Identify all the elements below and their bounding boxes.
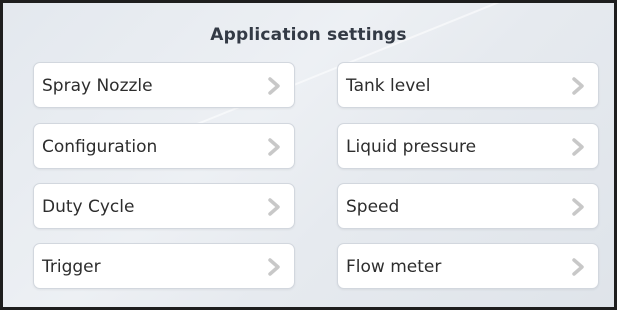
page-title: Application settings [210, 25, 407, 45]
spray-nozzle-label: Spray Nozzle [42, 76, 153, 96]
trigger-label: Trigger [42, 257, 101, 277]
chevron-right-icon [572, 258, 584, 276]
flow-meter-label: Flow meter [346, 257, 442, 277]
speed-button[interactable]: Speed [337, 183, 599, 229]
application-settings-panel: Application settings Spray Nozzle Config… [0, 0, 617, 310]
speed-label: Speed [346, 197, 400, 217]
chevron-right-icon [268, 77, 280, 95]
chevron-right-icon [268, 138, 280, 156]
chevron-right-icon [268, 258, 280, 276]
liquid-pressure-button[interactable]: Liquid pressure [337, 123, 599, 169]
tank-level-label: Tank level [346, 76, 431, 96]
spray-nozzle-button[interactable]: Spray Nozzle [33, 62, 295, 108]
chevron-right-icon [572, 198, 584, 216]
chevron-right-icon [572, 77, 584, 95]
tank-level-button[interactable]: Tank level [337, 62, 599, 108]
trigger-button[interactable]: Trigger [33, 243, 295, 289]
liquid-pressure-label: Liquid pressure [346, 137, 477, 157]
duty-cycle-button[interactable]: Duty Cycle [33, 183, 295, 229]
configuration-label: Configuration [42, 137, 158, 157]
flow-meter-button[interactable]: Flow meter [337, 243, 599, 289]
configuration-button[interactable]: Configuration [33, 123, 295, 169]
duty-cycle-label: Duty Cycle [42, 197, 135, 217]
chevron-right-icon [572, 138, 584, 156]
chevron-right-icon [268, 198, 280, 216]
